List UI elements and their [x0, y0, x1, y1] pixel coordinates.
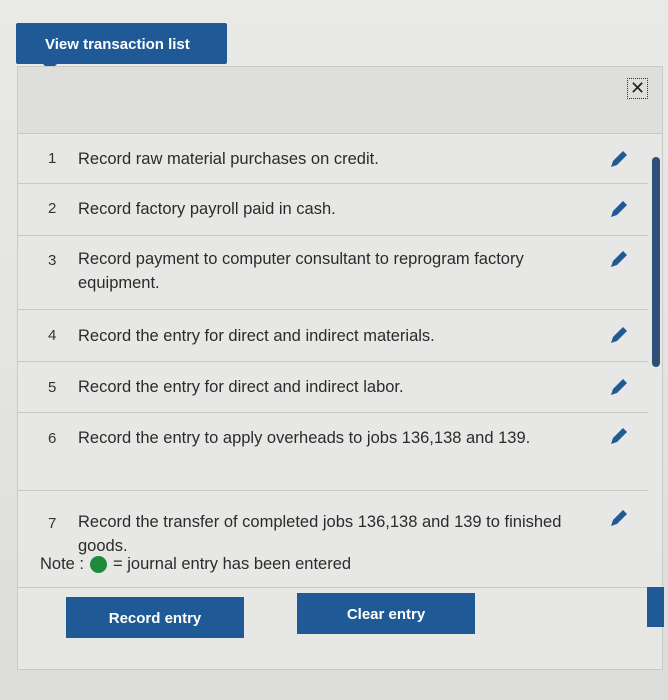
transaction-panel: ✕ 1 Record raw material purchases on cre… — [17, 66, 664, 670]
item-text: Record the entry to apply overheads to j… — [78, 429, 531, 447]
divider — [18, 587, 662, 588]
pencil-icon[interactable] — [608, 425, 630, 447]
close-icon[interactable]: ✕ — [627, 78, 648, 99]
pencil-icon[interactable] — [608, 198, 630, 220]
item-number: 3 — [48, 252, 57, 269]
panel-header: ✕ — [18, 67, 662, 134]
item-number: 4 — [48, 327, 57, 344]
item-text: Record factory payroll paid in cash. — [78, 200, 336, 218]
item-number: 6 — [48, 430, 57, 447]
legend-note: Note : = journal entry has been entered — [40, 555, 351, 574]
pencil-icon[interactable] — [608, 248, 630, 270]
record-entry-button[interactable]: Record entry — [66, 597, 244, 638]
item-number: 7 — [48, 515, 57, 532]
list-item[interactable]: 1 Record raw material purchases on credi… — [18, 134, 648, 184]
item-text: Record raw material purchases on credit. — [78, 150, 379, 168]
item-text: Record the entry for direct and indirect… — [78, 327, 435, 345]
view-transaction-list-button[interactable]: View transaction list — [16, 23, 227, 64]
note-label: Note : — [40, 555, 85, 573]
list-item[interactable]: 5 Record the entry for direct and indire… — [18, 362, 648, 413]
list-item[interactable]: 6 Record the entry to apply overheads to… — [18, 413, 648, 491]
item-text: Record the transfer of completed jobs 13… — [78, 513, 562, 555]
item-number: 1 — [48, 150, 57, 167]
item-number: 5 — [48, 379, 57, 396]
pencil-icon[interactable] — [608, 376, 630, 398]
item-number: 2 — [48, 200, 57, 217]
partial-button[interactable] — [647, 587, 664, 627]
clear-entry-button[interactable]: Clear entry — [297, 593, 475, 634]
list-item[interactable]: 2 Record factory payroll paid in cash. — [18, 184, 648, 236]
pencil-icon[interactable] — [608, 507, 630, 529]
list-item[interactable]: 4 Record the entry for direct and indire… — [18, 310, 648, 362]
item-text: Record payment to computer consultant to… — [78, 250, 524, 292]
list-item[interactable]: 7 Record the transfer of completed jobs … — [18, 491, 648, 555]
pencil-icon[interactable] — [608, 148, 630, 170]
list-item[interactable]: 3 Record payment to computer consultant … — [18, 236, 648, 310]
scrollbar[interactable] — [652, 157, 660, 367]
entered-status-dot — [90, 556, 108, 573]
pencil-icon[interactable] — [608, 324, 630, 346]
note-text: = journal entry has been entered — [113, 555, 352, 573]
item-text: Record the entry for direct and indirect… — [78, 378, 404, 396]
